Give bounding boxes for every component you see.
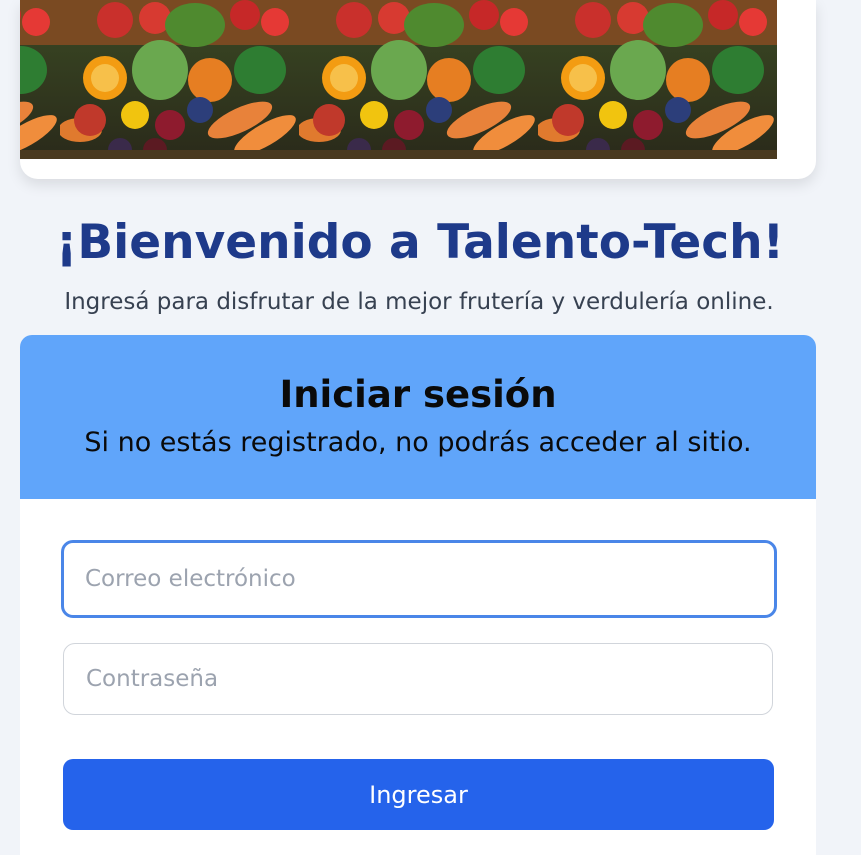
produce-shape — [20, 46, 47, 94]
produce-shape — [187, 97, 213, 123]
welcome-subtitle: Ingresá para disfrutar de la mejor frute… — [64, 289, 774, 315]
produce-shape — [121, 101, 149, 129]
produce-illustration — [20, 0, 60, 159]
produce-shape — [165, 3, 225, 47]
email-field[interactable] — [61, 540, 777, 618]
login-card: Iniciar sesión Si no estás registrado, n… — [20, 335, 816, 855]
produce-shape — [538, 150, 777, 159]
produce-shape — [360, 101, 388, 129]
produce-shape — [261, 8, 289, 36]
produce-shape — [74, 104, 106, 136]
banner-tile — [60, 0, 299, 159]
produce-shape — [708, 0, 738, 30]
produce-shape — [234, 46, 286, 94]
produce-shape — [336, 2, 372, 38]
produce-shape — [404, 3, 464, 47]
produce-illustration — [60, 0, 299, 159]
password-field[interactable] — [63, 643, 773, 715]
login-header: Iniciar sesión Si no estás registrado, n… — [20, 335, 816, 499]
banner-image — [20, 0, 816, 159]
produce-shape — [666, 58, 710, 102]
produce-shape — [665, 97, 691, 123]
produce-shape — [371, 40, 427, 100]
produce-shape — [426, 97, 452, 123]
produce-shape — [712, 46, 764, 94]
banner-card — [20, 0, 816, 179]
banner-tile — [538, 0, 777, 159]
produce-shape — [97, 2, 133, 38]
produce-illustration — [538, 0, 777, 159]
produce-shape — [394, 110, 424, 140]
submit-button[interactable]: Ingresar — [63, 759, 774, 830]
produce-shape — [643, 3, 703, 47]
produce-shape — [330, 64, 358, 92]
produce-shape — [91, 64, 119, 92]
produce-shape — [500, 8, 528, 36]
produce-shape — [469, 0, 499, 30]
produce-shape — [575, 2, 611, 38]
produce-illustration — [299, 0, 538, 159]
login-note: Si no estás registrado, no podrás accede… — [84, 427, 752, 458]
produce-shape — [22, 8, 50, 36]
produce-shape — [230, 0, 260, 30]
produce-shape — [155, 110, 185, 140]
produce-shape — [569, 64, 597, 92]
login-title: Iniciar sesión — [279, 373, 557, 416]
produce-shape — [599, 101, 627, 129]
produce-shape — [633, 110, 663, 140]
produce-shape — [299, 150, 538, 159]
produce-shape — [313, 104, 345, 136]
produce-shape — [610, 40, 666, 100]
banner-tile — [299, 0, 538, 159]
produce-shape — [473, 46, 525, 94]
produce-shape — [188, 58, 232, 102]
produce-shape — [60, 150, 299, 159]
welcome-title: ¡Bienvenido a Talento-Tech! — [55, 215, 785, 270]
produce-shape — [132, 40, 188, 100]
produce-shape — [427, 58, 471, 102]
produce-shape — [20, 150, 60, 159]
produce-shape — [739, 8, 767, 36]
banner-tile — [20, 0, 60, 159]
produce-shape — [552, 104, 584, 136]
